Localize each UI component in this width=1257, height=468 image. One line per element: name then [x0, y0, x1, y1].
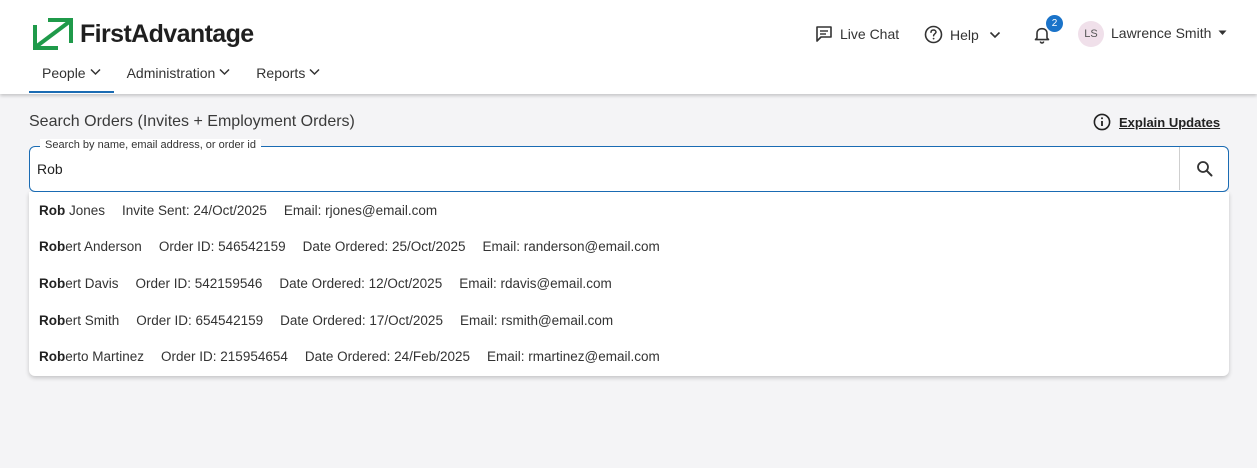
search-result-item[interactable]: Robert Davis Order ID: 542159546 Date Or…	[39, 276, 612, 291]
result-field: Order ID: 542159546	[135, 276, 263, 291]
result-field: Email: randerson@email.com	[482, 239, 660, 254]
chevron-down-icon	[309, 68, 320, 76]
result-field: Invite Sent: 24/Oct/2025	[122, 203, 267, 218]
notification-count-badge: 2	[1046, 15, 1063, 32]
main-nav: People Administration Reports	[29, 62, 333, 93]
brand-name: FirstAdvantage	[80, 19, 254, 48]
result-field: Email: rsmith@email.com	[459, 313, 614, 328]
help-menu-button[interactable]: Help	[924, 25, 1001, 44]
result-field: Order ID: 546542159	[158, 239, 286, 254]
nav-administration[interactable]: Administration	[114, 62, 244, 93]
result-field: Email: rdavis@email.com	[459, 276, 612, 291]
result-name: Rob Jones	[39, 203, 106, 218]
chevron-down-icon	[989, 31, 1000, 38]
user-name-label: Lawrence Smith	[1111, 25, 1212, 41]
result-field: Date Ordered: 24/Feb/2025	[304, 349, 470, 364]
nav-reports-label: Reports	[256, 65, 306, 81]
search-result-item[interactable]: Roberto Martinez Order ID: 215954654 Dat…	[39, 349, 660, 364]
user-avatar[interactable]: LS	[1078, 21, 1104, 47]
chat-icon	[816, 26, 832, 42]
search-button[interactable]	[1179, 147, 1228, 190]
explain-updates-label: Explain Updates	[1119, 114, 1221, 130]
search-field-label: Search by name, email address, or order …	[40, 139, 261, 151]
user-menu-button[interactable]: Lawrence Smith	[1111, 25, 1227, 41]
first-advantage-logo-icon	[33, 18, 73, 50]
search-input[interactable]	[37, 157, 1167, 181]
explain-updates-link[interactable]: Explain Updates	[1093, 113, 1220, 131]
first-advantage-logo[interactable]: FirstAdvantage	[32, 17, 254, 51]
result-field: Order ID: 215954654	[161, 349, 288, 364]
result-field: Date Ordered: 17/Oct/2025	[280, 313, 443, 328]
result-field: Date Ordered: 12/Oct/2025	[279, 276, 443, 291]
result-field: Email: rmartinez@email.com	[486, 349, 660, 364]
live-chat-button[interactable]: Live Chat	[815, 25, 899, 43]
search-result-item[interactable]: Robert Anderson Order ID: 546542159 Date…	[39, 239, 660, 254]
result-name: Robert Smith	[39, 313, 120, 328]
info-icon	[1093, 113, 1111, 131]
search-result-item[interactable]: Rob Jones Invite Sent: 24/Oct/2025 Email…	[39, 203, 437, 218]
app-header: FirstAdvantage Live Chat Help 2 LS Lawre…	[0, 0, 1257, 94]
result-name: Robert Davis	[39, 276, 119, 291]
search-icon	[1196, 161, 1212, 177]
nav-reports[interactable]: Reports	[243, 62, 333, 93]
nav-people-label: People	[42, 65, 86, 81]
help-label: Help	[950, 26, 979, 43]
chevron-down-icon	[219, 68, 230, 76]
result-field: Date Ordered: 25/Oct/2025	[302, 239, 466, 254]
page-title: Search Orders (Invites + Employment Orde…	[29, 113, 355, 130]
result-field: Order ID: 654542159	[136, 313, 264, 328]
nav-people[interactable]: People	[29, 62, 114, 93]
result-name: Robert Anderson	[39, 239, 142, 254]
caret-down-icon	[1218, 30, 1227, 35]
search-results-dropdown: Rob Jones Invite Sent: 24/Oct/2025 Email…	[29, 192, 1229, 376]
help-circle-icon	[924, 25, 943, 44]
search-result-item[interactable]: Robert Smith Order ID: 654542159 Date Or…	[39, 313, 613, 328]
search-field[interactable]: Search by name, email address, or order …	[29, 139, 1229, 192]
result-name: Roberto Martinez	[39, 349, 145, 364]
result-field: Email: rjones@email.com	[283, 203, 438, 218]
chevron-down-icon	[90, 68, 101, 76]
nav-administration-label: Administration	[126, 65, 216, 81]
live-chat-label: Live Chat	[840, 26, 900, 42]
